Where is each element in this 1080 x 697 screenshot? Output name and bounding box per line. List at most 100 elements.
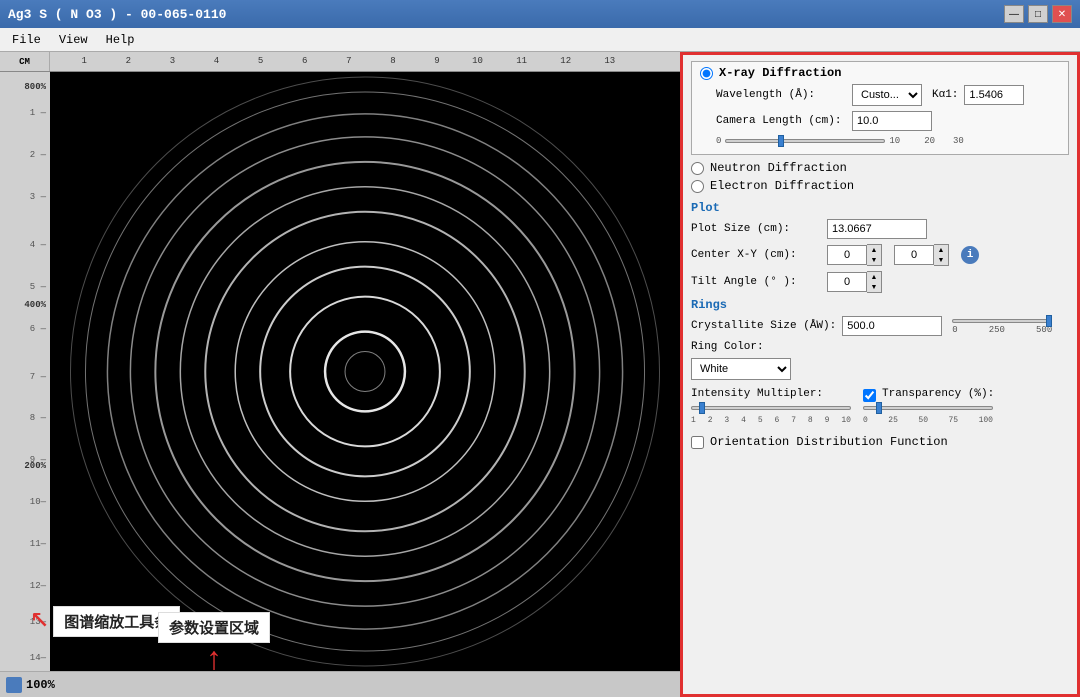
rings-title: Rings [691, 298, 1069, 312]
cry-mid: 250 [989, 325, 1005, 335]
ring-color-label: Ring Color: [691, 341, 821, 353]
tilt-input[interactable] [827, 272, 867, 292]
intensity-slider-track [691, 404, 851, 412]
right-panel: X-ray Diffraction Wavelength (Å): Custo.… [680, 52, 1080, 697]
ring-color-dropdown[interactable]: White Red Blue Green Yellow Black [691, 358, 791, 380]
wavelength-row: Wavelength (Å): Custo... CuKα MoKα Kα1: [716, 84, 1060, 106]
xray-label: X-ray Diffraction [719, 66, 841, 80]
xray-radio[interactable] [700, 67, 713, 80]
transparency-checkbox[interactable] [863, 389, 876, 402]
intensity-transparency-row: Intensity Multipler: 1 2 3 4 5 6 7 8 9 1… [691, 388, 1069, 425]
transparency-checkbox-row: Transparency (%): [863, 388, 994, 402]
electron-label: Electron Diffraction [710, 179, 854, 193]
crystallite-label: Crystallite Size (ÅW): [691, 320, 836, 332]
transparency-group: Transparency (%): 0 25 50 75 100 [863, 388, 994, 425]
camera-slider-thumb[interactable] [778, 135, 784, 147]
plot-title: Plot [691, 201, 1069, 215]
tick-12: 12 [560, 56, 571, 66]
ruler-top: 1 2 3 4 5 6 7 8 9 10 11 12 13 [50, 52, 680, 71]
tick-1: 1 [82, 56, 87, 66]
center-x-down[interactable]: ▼ [867, 255, 881, 265]
annotation-right-text: 参数设置区域 [158, 612, 270, 643]
crystallite-slider-area: 0 250 500 [952, 317, 1052, 335]
center-x-up[interactable]: ▲ [867, 245, 881, 255]
k-alpha-label: Kα1: [932, 89, 958, 101]
wavelength-dropdown[interactable]: Custo... CuKα MoKα [852, 84, 922, 106]
cry-min: 0 [952, 325, 957, 335]
neutron-label: Neutron Diffraction [710, 161, 847, 175]
tilt-angle-row: Tilt Angle (° ): ▲ ▼ [691, 271, 1069, 293]
tilt-label: Tilt Angle (° ): [691, 276, 821, 288]
ruler-cm-label: CM [19, 57, 30, 67]
plot-size-label: Plot Size (cm): [691, 223, 821, 235]
center-y-down[interactable]: ▼ [934, 255, 948, 265]
tick-2: 2 [126, 56, 131, 66]
electron-radio[interactable] [691, 180, 704, 193]
zoom-indicator: 100% [6, 677, 55, 693]
plot-size-input[interactable] [827, 219, 927, 239]
crystallite-slider-thumb[interactable] [1046, 315, 1052, 327]
annotation-right: 参数设置区域 ↑ [158, 612, 270, 677]
tick-9: 9 [434, 56, 439, 66]
electron-radio-row: Electron Diffraction [691, 179, 1069, 193]
tick-13: 13 [604, 56, 615, 66]
center-xy-row: Center X-Y (cm): ▲ ▼ ▲ ▼ i [691, 244, 1069, 266]
tilt-up[interactable]: ▲ [867, 272, 881, 282]
xray-group: X-ray Diffraction Wavelength (Å): Custo.… [691, 61, 1069, 155]
pct-800: 800% [24, 82, 46, 92]
info-icon[interactable]: i [961, 246, 979, 264]
tilt-down[interactable]: ▼ [867, 282, 881, 292]
menu-file[interactable]: File [4, 31, 49, 49]
zoom-value: 100% [26, 678, 55, 692]
pct-400: 400% [24, 300, 46, 310]
tick-5: 5 [258, 56, 263, 66]
maximize-button[interactable]: □ [1028, 5, 1048, 23]
transparency-slider-thumb[interactable] [876, 402, 882, 414]
center-label: Center X-Y (cm): [691, 249, 821, 261]
tick-8: 8 [390, 56, 395, 66]
camera-slider-row: 0 10 20 30 [716, 136, 1060, 146]
camera-length-label: Camera Length (cm): [716, 115, 846, 127]
arrow-right-icon: ↑ [204, 645, 223, 677]
k-alpha-input[interactable] [964, 85, 1024, 105]
plot-size-row: Plot Size (cm): [691, 219, 1069, 239]
crystallite-slider-track [952, 317, 1052, 325]
ring-color-dropdown-row: White Red Blue Green Yellow Black [691, 358, 1069, 380]
tick-7: 7 [346, 56, 351, 66]
odf-checkbox[interactable] [691, 436, 704, 449]
camera-length-section: Camera Length (cm): 0 10 20 30 [716, 111, 1060, 146]
neutron-radio[interactable] [691, 162, 704, 175]
arrow-left-icon: ↙ [30, 605, 49, 637]
window-controls: — □ ✕ [1004, 5, 1072, 23]
menu-help[interactable]: Help [98, 31, 143, 49]
tilt-spinbox: ▲ ▼ [827, 271, 882, 293]
minimize-button[interactable]: — [1004, 5, 1024, 23]
bottom-bar: 100% [0, 671, 680, 697]
main-content: CM 1 2 3 4 5 6 7 8 9 10 11 12 13 [0, 52, 1080, 697]
close-button[interactable]: ✕ [1052, 5, 1072, 23]
intensity-group: Intensity Multipler: 1 2 3 4 5 6 7 8 9 1… [691, 388, 851, 425]
odf-label: Orientation Distribution Function [710, 435, 948, 449]
center-y-up[interactable]: ▲ [934, 245, 948, 255]
ring-color-row: Ring Color: [691, 341, 1069, 353]
center-y-spinbox: ▲ ▼ [894, 244, 949, 266]
menu-view[interactable]: View [51, 31, 96, 49]
tick-6: 6 [302, 56, 307, 66]
center-x-spinbox: ▲ ▼ [827, 244, 882, 266]
tick-11: 11 [516, 56, 527, 66]
center-y-input[interactable] [894, 245, 934, 265]
intensity-label: Intensity Multipler: [691, 388, 851, 400]
crystallite-input[interactable] [842, 316, 942, 336]
crystallite-row: Crystallite Size (ÅW): 0 250 500 [691, 316, 1069, 336]
center-x-input[interactable] [827, 245, 867, 265]
rings-svg [50, 72, 680, 671]
odf-row: Orientation Distribution Function [691, 431, 1069, 453]
transparency-label: Transparency (%): [882, 388, 994, 400]
camera-length-input[interactable] [852, 111, 932, 131]
zoom-box [6, 677, 22, 693]
rings-section: Rings Crystallite Size (ÅW): 0 250 500 [691, 298, 1069, 380]
title-bar: Ag3 S ( N O3 ) - 00-065-0110 — □ ✕ [0, 0, 1080, 28]
diffraction-image [50, 72, 680, 671]
window-title: Ag3 S ( N O3 ) - 00-065-0110 [8, 7, 226, 22]
intensity-slider-thumb[interactable] [699, 402, 705, 414]
